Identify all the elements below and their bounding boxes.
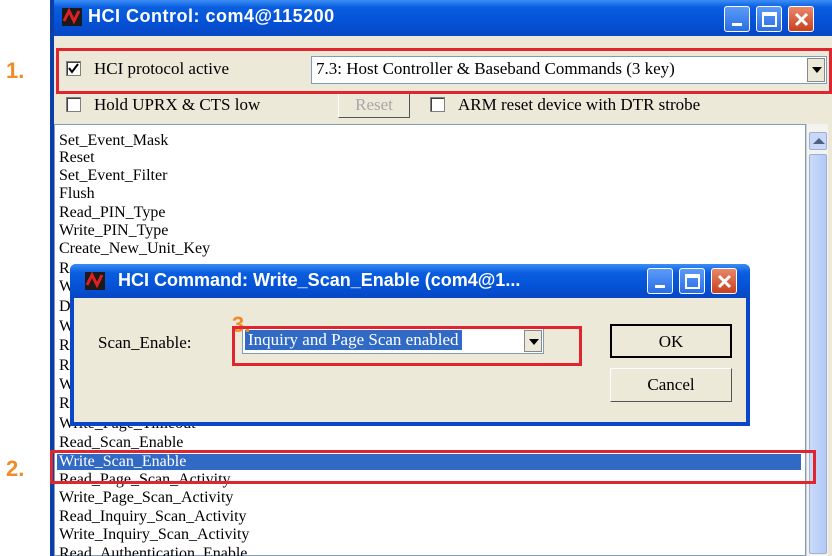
app-icon: [62, 8, 82, 26]
dialog-close-button[interactable]: [711, 268, 737, 294]
arm-reset-label: ARM reset device with DTR strobe: [458, 95, 701, 114]
command-list-item[interactable]: Write_PIN_Type: [59, 223, 168, 239]
main-title-bar[interactable]: HCI Control: com4@115200: [54, 0, 832, 36]
minimize-button[interactable]: [724, 6, 750, 32]
maximize-icon: [762, 12, 777, 27]
command-list-item[interactable]: Read_Inquiry_Scan_Activity: [59, 509, 247, 525]
reset-button[interactable]: Reset: [338, 92, 410, 118]
minimize-icon: [732, 23, 742, 26]
command-list-item[interactable]: Create_New_Unit_Key: [59, 241, 210, 257]
scroll-thumb[interactable]: [809, 154, 827, 554]
ok-button[interactable]: OK: [610, 324, 732, 358]
dialog-minimize-button[interactable]: [647, 268, 673, 294]
command-list-scrollbar[interactable]: [806, 124, 828, 556]
command-list-item[interactable]: Set_Event_Mask: [59, 133, 168, 149]
maximize-button[interactable]: [756, 6, 782, 32]
command-list-item[interactable]: Read_Authentication_Enable: [59, 546, 247, 556]
annotation-box-3: [232, 326, 582, 366]
command-list-item[interactable]: Write_Page_Scan_Activity: [59, 490, 233, 506]
close-button[interactable]: [788, 6, 814, 32]
dialog-app-icon: [85, 272, 105, 290]
command-list-item[interactable]: R: [59, 358, 70, 374]
scroll-up-button[interactable]: [809, 132, 827, 150]
command-list-item[interactable]: Reset: [59, 150, 95, 166]
dialog-title-bar[interactable]: HCI Command: Write_Scan_Enable (com4@1..…: [70, 264, 750, 298]
annotation-step-1: 1.: [6, 58, 25, 83]
scan-enable-label: Scan_Enable:: [98, 333, 192, 352]
close-icon: [717, 274, 732, 289]
command-list-item[interactable]: Write_Inquiry_Scan_Activity: [59, 527, 249, 543]
command-list-item[interactable]: R: [59, 396, 70, 412]
maximize-icon: [685, 274, 700, 289]
command-list-item[interactable]: R: [59, 261, 70, 277]
command-list-item[interactable]: Flush: [59, 186, 95, 202]
annotation-box-2: [50, 450, 816, 484]
main-window-title: HCI Control: com4@115200: [88, 6, 335, 26]
command-list-item[interactable]: R: [59, 338, 70, 354]
close-icon: [794, 12, 809, 27]
command-list-item[interactable]: Read_PIN_Type: [59, 205, 165, 221]
cancel-button[interactable]: Cancel: [610, 368, 732, 402]
dialog-maximize-button[interactable]: [679, 268, 705, 294]
arm-reset-checkbox[interactable]: [430, 97, 445, 112]
annotation-step-2: 2.: [6, 456, 25, 481]
dialog-title: HCI Command: Write_Scan_Enable (com4@1..…: [118, 270, 521, 290]
hold-uprx-label: Hold UPRX & CTS low: [94, 95, 261, 114]
command-list-item[interactable]: Read_Scan_Enable: [59, 435, 183, 451]
hold-uprx-checkbox[interactable]: [66, 97, 81, 112]
annotation-box-1: [56, 48, 832, 94]
command-list-item[interactable]: Set_Event_Filter: [59, 168, 167, 184]
command-list-item[interactable]: D: [59, 299, 71, 315]
minimize-icon: [655, 285, 665, 288]
